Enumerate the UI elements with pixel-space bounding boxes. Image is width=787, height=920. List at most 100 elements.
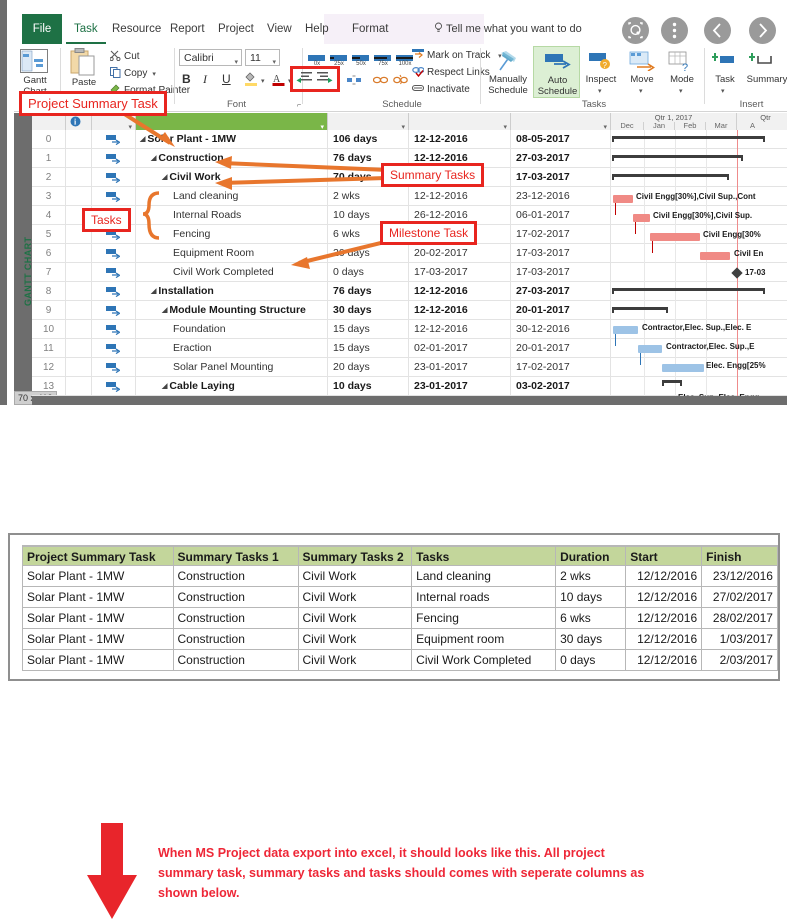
excel-cell[interactable]: Construction bbox=[173, 650, 299, 671]
task-name-cell[interactable]: Equipment Room bbox=[136, 244, 328, 263]
tab-format[interactable]: Format bbox=[344, 14, 396, 44]
task-name-cell[interactable]: Civil Work Completed bbox=[136, 263, 328, 282]
task-mode-cell[interactable] bbox=[92, 301, 136, 320]
task-mode-cell[interactable] bbox=[92, 320, 136, 339]
excel-cell[interactable]: Civil Work bbox=[298, 587, 413, 608]
task-start-cell[interactable]: 23-01-2017 bbox=[409, 377, 511, 396]
auto-schedule-button[interactable]: Auto Schedule bbox=[533, 46, 580, 98]
cut-button[interactable]: Cut bbox=[109, 50, 140, 62]
excel-cell[interactable]: Solar Plant - 1MW bbox=[22, 608, 174, 629]
task-duration-cell[interactable]: 2 wks bbox=[328, 187, 409, 206]
pct-75-button[interactable] bbox=[374, 50, 391, 61]
excel-cell[interactable]: Civil Work bbox=[298, 566, 413, 587]
collapse-triangle-icon[interactable]: ◢ bbox=[151, 282, 156, 301]
task-start-cell[interactable]: 02-01-2017 bbox=[409, 339, 511, 358]
unlink-tasks-button[interactable] bbox=[393, 73, 408, 91]
excel-cell[interactable]: 0 days bbox=[556, 650, 627, 671]
task-mode-cell[interactable] bbox=[92, 187, 136, 206]
task-mode-cell[interactable] bbox=[92, 358, 136, 377]
excel-cell[interactable]: 2/03/2017 bbox=[702, 650, 778, 671]
task-duration-cell[interactable]: 15 days bbox=[328, 339, 409, 358]
excel-cell[interactable]: Civil Work Completed bbox=[412, 650, 557, 671]
excel-cell[interactable]: Civil Work bbox=[298, 650, 413, 671]
pct-100-button[interactable] bbox=[396, 50, 413, 61]
task-name-cell[interactable]: ◢ Construction bbox=[136, 149, 328, 168]
font-dialog-launcher-icon[interactable]: ⌐ bbox=[297, 102, 301, 109]
respect-links-button[interactable]: Respect Links bbox=[412, 66, 490, 78]
task-duration-cell[interactable]: 20 days bbox=[328, 358, 409, 377]
tab-view[interactable]: View bbox=[259, 14, 300, 44]
excel-cell[interactable]: 12/12/2016 bbox=[626, 650, 703, 671]
task-mode-cell[interactable] bbox=[92, 168, 136, 187]
task-mode-cell[interactable] bbox=[92, 377, 136, 396]
copy-button[interactable]: Copy ▾ bbox=[110, 67, 156, 79]
tab-task[interactable]: Task bbox=[66, 14, 106, 44]
task-name-cell[interactable]: Solar Panel Mounting bbox=[136, 358, 328, 377]
excel-row[interactable]: Solar Plant - 1MW Construction Civil Work E… bbox=[22, 629, 778, 650]
task-start-cell[interactable]: 12-12-2016 bbox=[409, 320, 511, 339]
italic-button[interactable]: I bbox=[203, 72, 207, 87]
fill-color-button[interactable] bbox=[244, 72, 258, 92]
font-size-input[interactable]: 11 ▾ bbox=[245, 49, 280, 66]
task-start-cell[interactable]: 12-12-2016 bbox=[409, 130, 511, 149]
task-mode-cell[interactable] bbox=[92, 263, 136, 282]
focus-icon-button[interactable] bbox=[622, 17, 649, 44]
tell-me-search[interactable]: Tell me what you want to do bbox=[434, 14, 582, 44]
font-name-input[interactable]: Calibri ▾ bbox=[179, 49, 242, 66]
task-name-cell[interactable]: ◢ Module Mounting Structure bbox=[136, 301, 328, 320]
excel-cell[interactable]: Civil Work bbox=[298, 608, 413, 629]
fill-color-caret-icon[interactable]: ▾ bbox=[261, 77, 265, 85]
excel-cell[interactable]: 2 wks bbox=[556, 566, 627, 587]
excel-cell[interactable]: 12/12/2016 bbox=[626, 566, 703, 587]
excel-cell[interactable]: Civil Work bbox=[298, 629, 413, 650]
task-duration-cell[interactable]: 106 days bbox=[328, 130, 409, 149]
tab-file[interactable]: File bbox=[22, 14, 62, 44]
pct-0-button[interactable] bbox=[308, 50, 325, 61]
task-mode-cell[interactable] bbox=[92, 339, 136, 358]
task-duration-cell[interactable]: 15 days bbox=[328, 320, 409, 339]
column-header-duration[interactable]: ▾ bbox=[328, 113, 409, 130]
excel-cell[interactable]: 28/02/2017 bbox=[702, 608, 778, 629]
excel-cell[interactable]: Solar Plant - 1MW bbox=[22, 629, 174, 650]
task-duration-cell[interactable]: 10 days bbox=[328, 377, 409, 396]
task-start-cell[interactable]: 12-12-2016 bbox=[409, 282, 511, 301]
view-bar[interactable]: GANTT CHART bbox=[14, 113, 33, 405]
excel-cell[interactable]: Fencing bbox=[412, 608, 557, 629]
excel-cell[interactable]: Construction bbox=[173, 629, 299, 650]
link-tasks-button[interactable] bbox=[372, 73, 389, 91]
task-name-cell[interactable]: Internal Roads bbox=[136, 206, 328, 225]
task-start-cell[interactable]: 23-01-2017 bbox=[409, 358, 511, 377]
bold-button[interactable]: B bbox=[182, 72, 191, 86]
task-start-cell[interactable]: 20-02-2017 bbox=[409, 244, 511, 263]
split-task-button[interactable] bbox=[347, 73, 361, 91]
task-name-cell[interactable]: Foundation bbox=[136, 320, 328, 339]
task-mode-cell[interactable] bbox=[92, 244, 136, 263]
task-duration-cell[interactable]: 20 days bbox=[328, 244, 409, 263]
task-start-cell[interactable]: 12-12-2016 bbox=[409, 301, 511, 320]
tab-resource[interactable]: Resource bbox=[104, 14, 169, 44]
task-start-cell[interactable]: 17-03-2017 bbox=[409, 263, 511, 282]
inactivate-button[interactable]: Inactivate bbox=[411, 83, 470, 95]
excel-row[interactable]: Solar Plant - 1MW Construction Civil Work I… bbox=[22, 587, 778, 608]
tab-help[interactable]: Help bbox=[297, 14, 337, 44]
task-start-cell[interactable]: 12-12-2016 bbox=[409, 187, 511, 206]
task-name-cell[interactable]: Fencing bbox=[136, 225, 328, 244]
tab-report[interactable]: Report bbox=[162, 14, 213, 44]
excel-cell[interactable]: 27/02/2017 bbox=[702, 587, 778, 608]
underline-button[interactable]: U bbox=[222, 72, 231, 86]
task-name-cell[interactable]: Eraction bbox=[136, 339, 328, 358]
excel-cell[interactable]: Construction bbox=[173, 608, 299, 629]
previous-button[interactable] bbox=[704, 17, 731, 44]
collapse-triangle-icon[interactable]: ◢ bbox=[162, 168, 167, 187]
next-button[interactable] bbox=[749, 17, 776, 44]
excel-row[interactable]: Solar Plant - 1MW Construction Civil Work F… bbox=[22, 608, 778, 629]
task-duration-cell[interactable]: 30 days bbox=[328, 301, 409, 320]
excel-row[interactable]: Solar Plant - 1MW Construction Civil Work L… bbox=[22, 566, 778, 587]
task-name-cell[interactable]: Land cleaning bbox=[136, 187, 328, 206]
tab-project[interactable]: Project bbox=[210, 14, 262, 44]
excel-row[interactable]: Solar Plant - 1MW Construction Civil Work C… bbox=[22, 650, 778, 671]
task-mode-cell[interactable] bbox=[92, 282, 136, 301]
more-options-button[interactable] bbox=[661, 17, 688, 44]
excel-cell[interactable]: Equipment room bbox=[412, 629, 557, 650]
task-name-cell[interactable]: ◢ Solar Plant - 1MW bbox=[136, 130, 328, 149]
